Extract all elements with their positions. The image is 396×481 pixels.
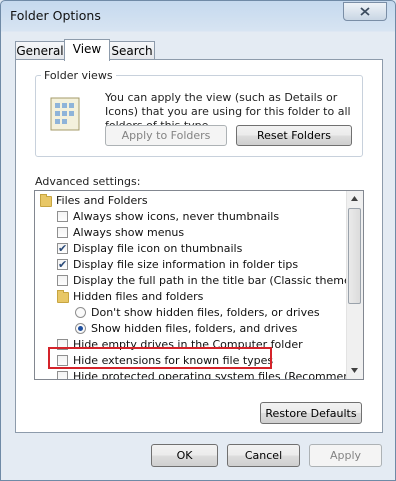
folder-icon <box>57 290 69 303</box>
ok-button[interactable]: OK <box>151 444 218 467</box>
tree-item-label: Hide extensions for known file types <box>73 354 274 367</box>
window-title: Folder Options <box>10 8 101 23</box>
apply-button[interactable]: Apply <box>309 444 382 467</box>
folder-icon <box>40 194 52 207</box>
restore-defaults-button[interactable]: Restore Defaults <box>260 402 362 424</box>
scrollbar-thumb[interactable] <box>348 208 361 304</box>
tree-item-label: Display file icon on thumbnails <box>73 242 243 255</box>
view-tab-panel: Folder views You can apply the view (suc… <box>15 59 383 433</box>
apply-to-folders-button[interactable]: Apply to Folders <box>105 125 227 146</box>
cancel-button[interactable]: Cancel <box>227 444 300 467</box>
checkbox[interactable] <box>57 339 68 350</box>
checkbox[interactable] <box>57 257 68 273</box>
tree-item-label: Display file size information in folder … <box>73 258 299 271</box>
checkbox[interactable] <box>57 227 68 238</box>
tree-item-label: Show hidden files, folders, and drives <box>91 322 298 335</box>
tree-item-label: Display the full path in the title bar (… <box>73 274 364 287</box>
tree-item-label: Hide empty drives in the Computer folder <box>73 338 303 351</box>
advanced-settings-tree[interactable]: Files and Folders Always show icons, nev… <box>34 190 364 380</box>
close-button[interactable] <box>343 2 387 21</box>
advanced-settings-label: Advanced settings: <box>35 175 141 188</box>
folder-views-icon <box>50 97 80 131</box>
tab-search[interactable]: Search <box>109 41 155 60</box>
vertical-scrollbar[interactable] <box>346 191 363 379</box>
tab-view[interactable]: View <box>64 39 110 61</box>
tree-item-label: Hide protected operating system files (R… <box>73 370 364 380</box>
close-icon <box>360 7 370 16</box>
reset-folders-button[interactable]: Reset Folders <box>236 125 352 146</box>
radio-button[interactable] <box>75 323 86 334</box>
checkbox[interactable] <box>57 211 68 222</box>
tab-general[interactable]: General <box>15 41 65 60</box>
scroll-down-icon[interactable] <box>351 368 358 373</box>
tree-item-label: Hidden files and folders <box>73 290 204 303</box>
checkbox[interactable] <box>57 371 68 379</box>
tree-item-label: Always show icons, never thumbnails <box>73 210 280 223</box>
folder-views-legend: Folder views <box>44 69 113 82</box>
tree-item-label: Don't show hidden files, folders, or dri… <box>91 306 320 319</box>
folder-options-window: Folder Options General View Search Folde… <box>0 0 396 481</box>
radio-button[interactable] <box>75 307 86 318</box>
tree-item-label: Files and Folders <box>56 194 148 207</box>
tree-item-label: Always show menus <box>73 226 185 239</box>
scroll-up-icon[interactable] <box>351 196 358 201</box>
title-bar[interactable]: Folder Options <box>1 1 395 31</box>
checkbox[interactable] <box>57 275 68 286</box>
folder-views-group: Folder views You can apply the view (suc… <box>35 69 363 157</box>
checkbox[interactable] <box>57 355 68 366</box>
checkbox[interactable] <box>57 241 68 257</box>
